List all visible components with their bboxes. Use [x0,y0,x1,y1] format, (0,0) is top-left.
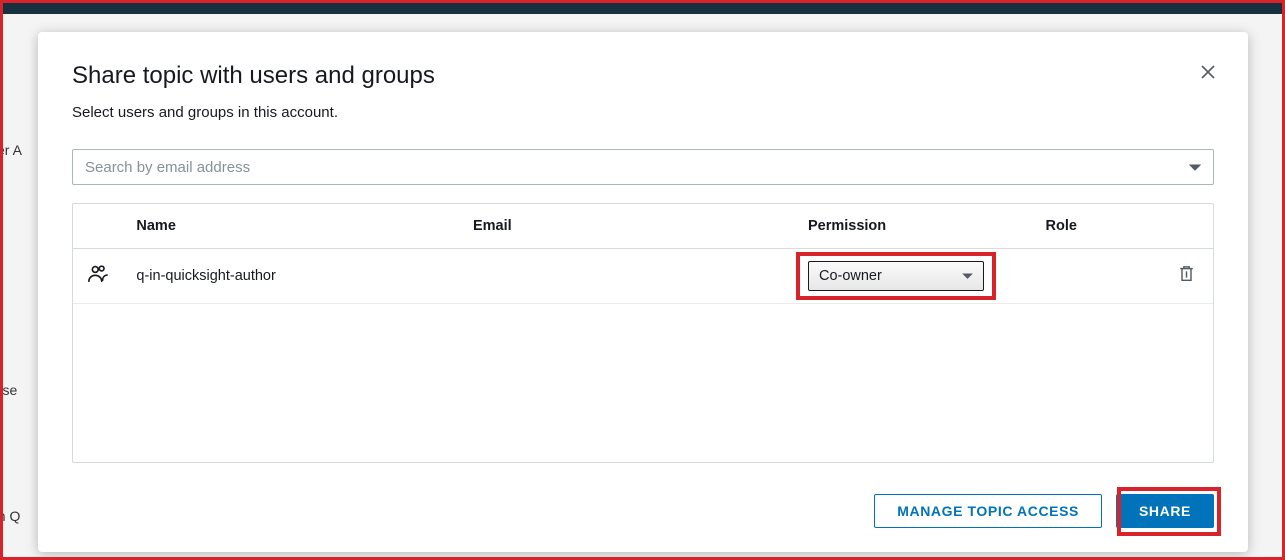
close-button[interactable] [1198,62,1218,82]
bg-text-fragment: on Q [0,508,20,524]
row-role [1038,249,1154,304]
delete-row-button[interactable] [1178,271,1195,287]
modal-title: Share topic with users and groups [72,62,1214,90]
annotation-highlight-share [1117,487,1221,536]
chevron-down-icon [1189,159,1201,176]
annotation-highlight-permission [796,252,996,300]
manage-topic-access-button[interactable]: MANAGE TOPIC ACCESS [874,494,1102,528]
col-header-email: Email [465,204,800,249]
col-header-name: Name [128,204,465,249]
row-name: q-in-quicksight-author [128,249,465,304]
search-placeholder: Search by email address [85,159,250,176]
trash-icon [1178,265,1195,283]
search-input[interactable]: Search by email address [72,149,1214,185]
users-table: Name Email Permission Role [72,203,1214,463]
col-header-permission: Permission [800,204,1038,249]
background-app-header [0,0,1285,14]
table-header-row: Name Email Permission Role [73,204,1213,249]
bg-text-fragment: -use [0,382,17,398]
modal-subtitle: Select users and groups in this account. [72,104,1214,121]
row-email [465,249,800,304]
close-icon [1200,64,1216,80]
group-icon [87,272,109,288]
bg-text-fragment: ser A [0,142,22,158]
share-topic-modal: Share topic with users and groups Select… [38,32,1248,552]
col-header-role: Role [1038,204,1154,249]
table-row: q-in-quicksight-author Co-owner [73,249,1213,304]
